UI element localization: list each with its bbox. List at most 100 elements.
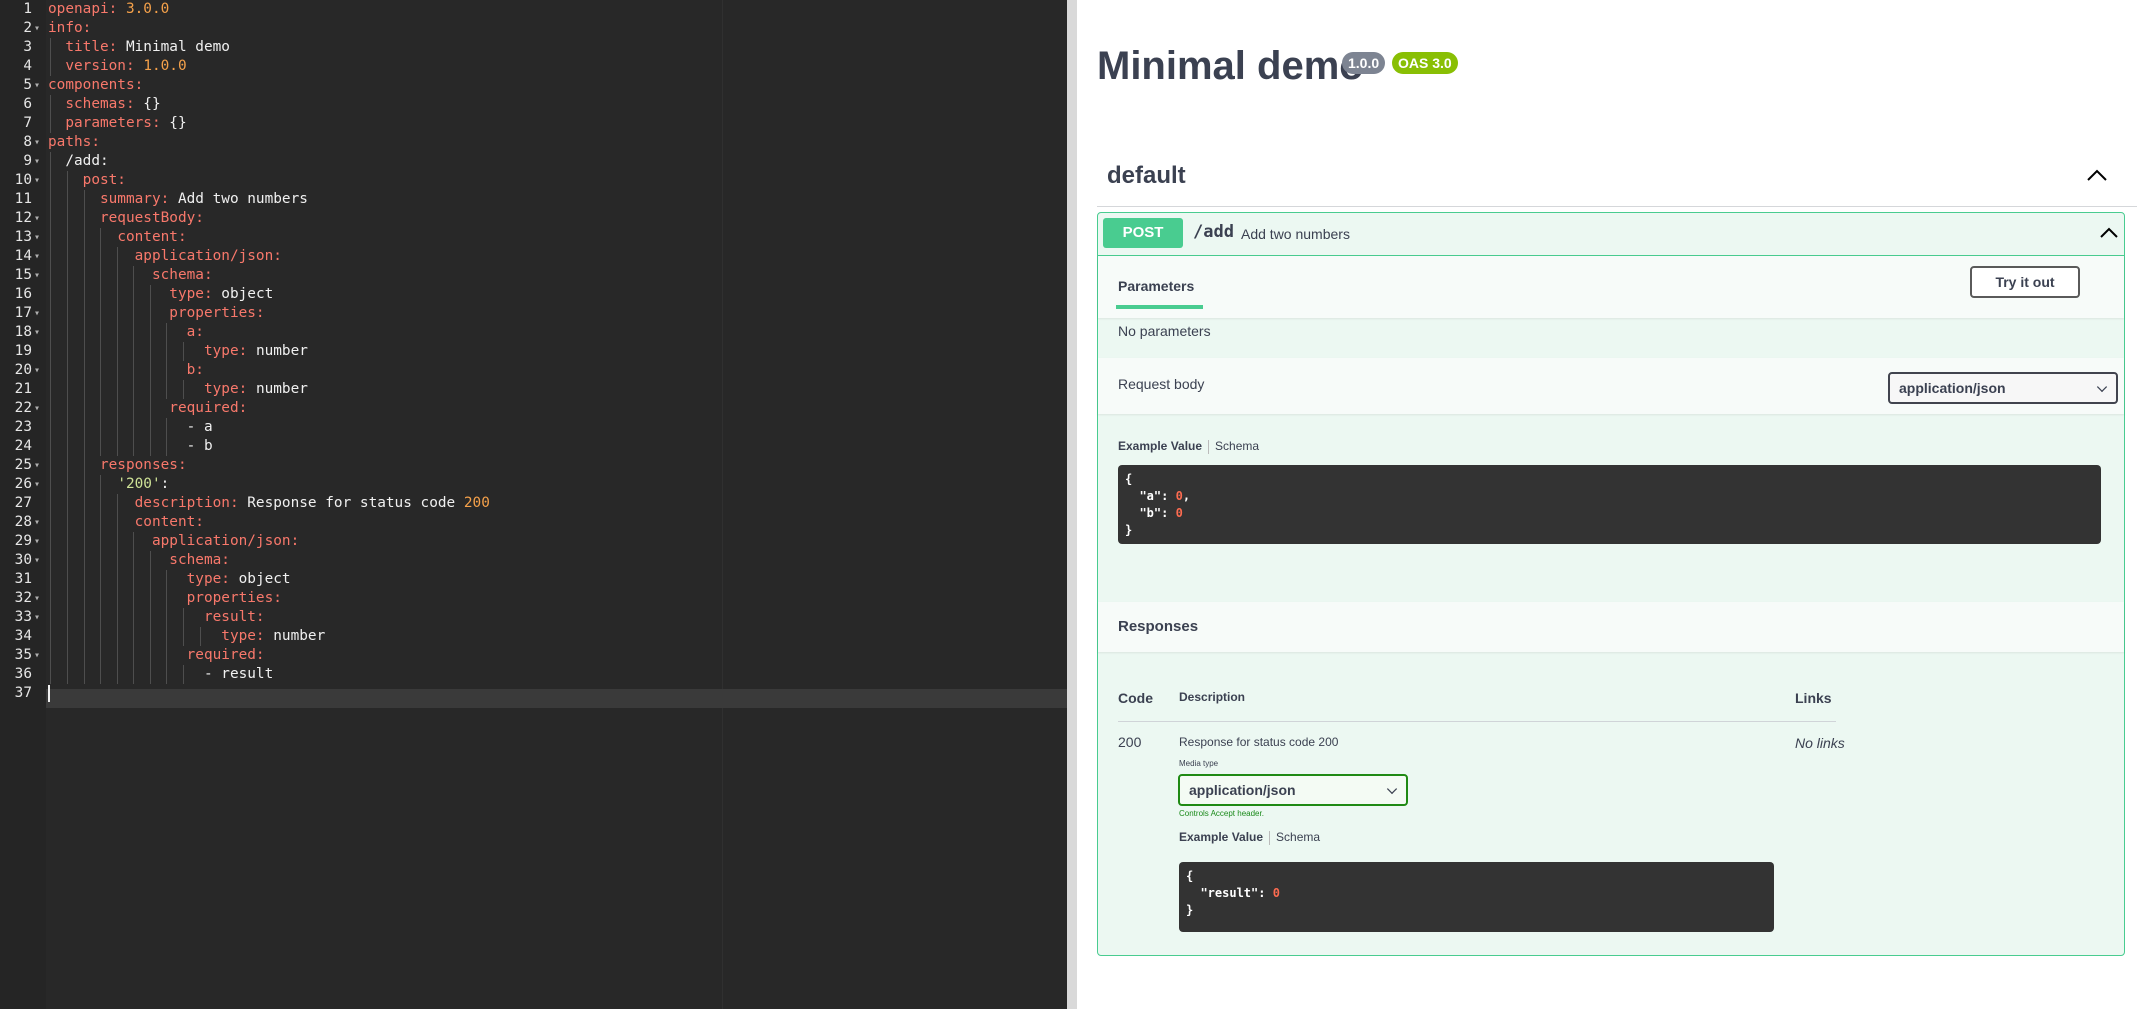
- split-pane-divider[interactable]: [1067, 0, 1077, 1009]
- chevron-down-icon: [2096, 381, 2108, 393]
- token: result:: [203, 609, 265, 625]
- token: - result: [48, 666, 274, 682]
- fold-toggle-icon[interactable]: ▾: [34, 589, 40, 608]
- token: responses:: [99, 457, 187, 473]
- try-it-out-button[interactable]: Try it out: [1970, 266, 2080, 298]
- column-header-description: Description: [1179, 690, 1246, 704]
- token: required:: [169, 400, 248, 416]
- fold-toggle-icon[interactable]: ▾: [34, 133, 40, 152]
- line-text: required:: [48, 399, 247, 418]
- line-text: type: object: [48, 570, 291, 589]
- response-example-code: { "result": 0 }: [1179, 862, 1774, 932]
- chevron-up-icon[interactable]: [2098, 225, 2120, 241]
- fold-toggle-icon[interactable]: ▾: [34, 76, 40, 95]
- line-text: - a: [48, 418, 213, 437]
- fold-toggle-icon[interactable]: ▾: [34, 456, 40, 475]
- tag-default[interactable]: default: [1107, 162, 1186, 190]
- line-text: description: Response for status code 20…: [48, 494, 490, 513]
- responses-label: Responses: [1118, 618, 1199, 635]
- token: schemas:: [65, 96, 135, 112]
- fold-toggle-icon[interactable]: ▾: [34, 228, 40, 247]
- response-example-tabs: Example Value Schema: [1179, 830, 1320, 845]
- token: a:: [186, 324, 204, 340]
- line-number: 5: [23, 77, 32, 93]
- tab-parameters[interactable]: Parameters: [1118, 278, 1194, 294]
- column-header-code: Code: [1118, 690, 1153, 706]
- response-media-type-select[interactable]: application/json: [1178, 774, 1408, 806]
- fold-toggle-icon[interactable]: ▾: [34, 19, 40, 38]
- tab-example-value[interactable]: Example Value: [1179, 830, 1263, 844]
- line-number: 11: [14, 191, 32, 207]
- yaml-editor[interactable]: 1 openapi: 3.0.0 2 ▾ info: 3 title: Minimal d…: [0, 0, 1067, 1009]
- text-cursor: [48, 685, 50, 702]
- fold-toggle-icon[interactable]: ▾: [34, 399, 40, 418]
- fold-toggle-icon[interactable]: ▾: [34, 608, 40, 627]
- line-number: 25: [14, 457, 32, 473]
- active-tab-underline: [1116, 305, 1203, 309]
- fold-toggle-icon[interactable]: ▾: [34, 513, 40, 532]
- line-number: 8: [23, 134, 32, 150]
- fold-toggle-icon[interactable]: ▾: [34, 323, 40, 342]
- token: type:: [186, 571, 230, 587]
- token: components:: [48, 77, 144, 93]
- fold-toggle-icon[interactable]: ▾: [34, 361, 40, 380]
- token: - b: [48, 438, 213, 454]
- token: type:: [203, 343, 248, 359]
- tab-example-value[interactable]: Example Value: [1118, 439, 1202, 453]
- fold-toggle-icon[interactable]: ▾: [34, 532, 40, 551]
- tab-schema[interactable]: Schema: [1276, 830, 1320, 844]
- line-number: 30: [14, 552, 32, 568]
- fold-toggle-icon[interactable]: ▾: [34, 475, 40, 494]
- fold-toggle-icon[interactable]: ▾: [34, 646, 40, 665]
- active-line-highlight: [46, 689, 1067, 708]
- fold-toggle-icon[interactable]: ▾: [34, 171, 40, 190]
- token: Minimal demo: [117, 39, 230, 55]
- token: - a: [48, 419, 213, 435]
- request-content-type-select[interactable]: application/json: [1888, 372, 2118, 404]
- line-text: a:: [48, 323, 204, 342]
- line-number: 23: [14, 419, 32, 435]
- line-text: info:: [48, 19, 91, 38]
- fold-toggle-icon[interactable]: ▾: [34, 152, 40, 171]
- tab-schema[interactable]: Schema: [1215, 439, 1259, 453]
- line-number: 13: [14, 229, 32, 245]
- response-code: 200: [1118, 734, 1142, 750]
- token: type:: [221, 628, 265, 644]
- controls-accept-note: Controls Accept header.: [1179, 809, 1264, 818]
- line-text: properties:: [48, 304, 264, 323]
- token: description:: [134, 495, 239, 511]
- fold-toggle-icon[interactable]: ▾: [34, 304, 40, 323]
- fold-toggle-icon[interactable]: ▾: [34, 551, 40, 570]
- no-parameters-text: No parameters: [1118, 323, 1211, 339]
- line-text: type: number: [48, 342, 308, 361]
- token: schema:: [169, 552, 230, 568]
- line-number: 32: [14, 590, 32, 606]
- operation-summary[interactable]: POST /add Add two numbers: [1098, 213, 2124, 255]
- fold-toggle-icon[interactable]: ▾: [34, 209, 40, 228]
- token: post:: [82, 172, 126, 188]
- line-text: parameters: {}: [48, 114, 186, 133]
- token: 200: [463, 495, 490, 511]
- response-description: Response for status code 200: [1179, 735, 1339, 749]
- token: number: [247, 343, 308, 359]
- line-number: 4: [23, 58, 32, 74]
- line-number: 16: [14, 286, 32, 302]
- chevron-up-icon[interactable]: [2085, 166, 2109, 184]
- line-text: - result: [48, 665, 273, 684]
- token: openapi:: [48, 1, 118, 17]
- line-number: 22: [14, 400, 32, 416]
- line-number: 28: [14, 514, 32, 530]
- table-header-divider: [1118, 721, 1836, 722]
- token: parameters:: [65, 115, 161, 131]
- fold-toggle-icon[interactable]: ▾: [34, 266, 40, 285]
- token: number: [264, 628, 326, 644]
- fold-toggle-icon[interactable]: ▾: [34, 247, 40, 266]
